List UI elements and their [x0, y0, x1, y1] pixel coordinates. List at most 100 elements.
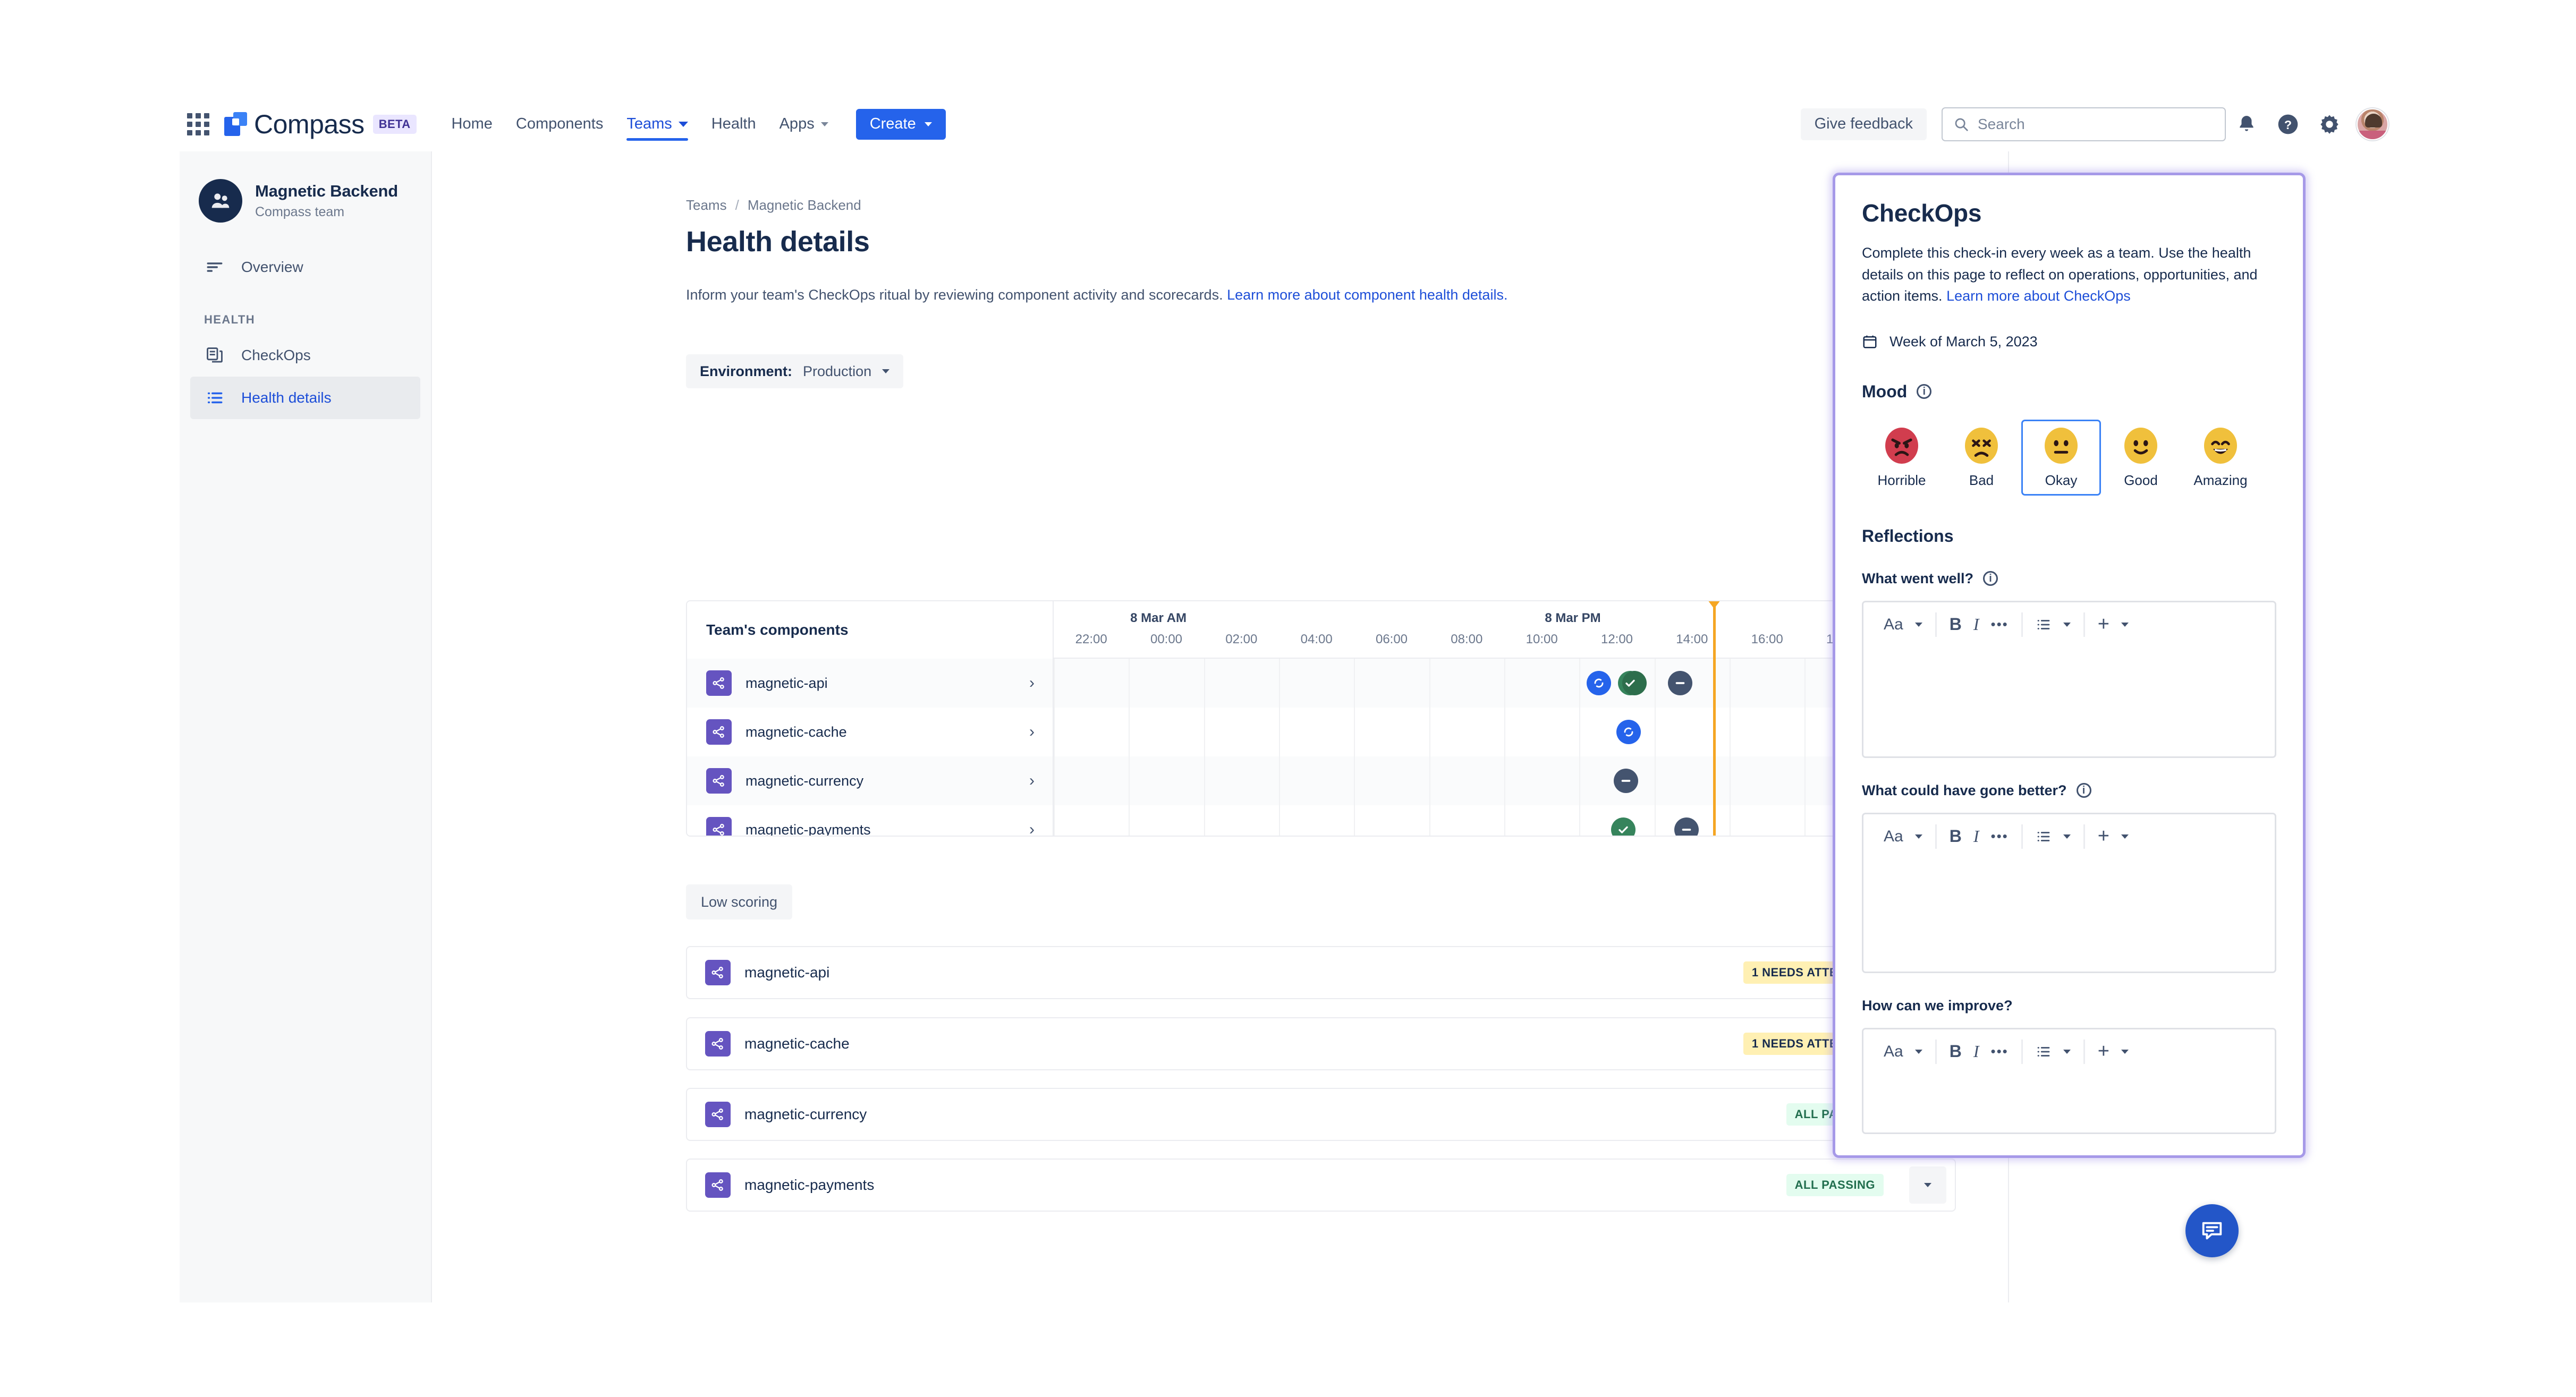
reflection-editor-2[interactable]: Aa B I ••• [1862, 813, 2276, 973]
settings-gear-icon[interactable] [2309, 104, 2350, 145]
mood-label: Bad [1969, 472, 1994, 489]
list-item[interactable]: magnetic-payments ALL PASSING [686, 1159, 1956, 1212]
insert-button[interactable]: + [2085, 613, 2141, 636]
chevron-down-icon [1915, 1050, 1922, 1054]
avatar[interactable] [2357, 108, 2388, 140]
table-row[interactable]: magnetic-currency › [687, 756, 1053, 805]
info-icon[interactable]: i [2077, 783, 2091, 798]
timeline-gridline [1129, 659, 1130, 837]
text-style-button[interactable]: Aa [1871, 616, 1935, 634]
text-style-button[interactable]: Aa [1871, 828, 1935, 846]
timeline-marker-passed[interactable] [1618, 671, 1642, 695]
people-glyph [208, 189, 233, 213]
chevron-right-icon[interactable]: › [1029, 674, 1035, 692]
table-row[interactable]: magnetic-api › [687, 659, 1053, 708]
info-icon[interactable]: i [1917, 384, 1931, 399]
chevron-down-icon [925, 122, 932, 126]
sidebar-item-checkops[interactable]: CheckOps [190, 334, 420, 377]
table-row[interactable]: magnetic-payments › [687, 805, 1053, 837]
insert-button[interactable]: + [2085, 825, 2141, 848]
reflection-editor-1[interactable]: Aa B I ••• [1862, 601, 2276, 758]
sidebar-item-overview[interactable]: Overview [190, 246, 420, 288]
bold-button[interactable]: B [1950, 615, 1962, 634]
more-formatting-button[interactable]: ••• [1990, 828, 2008, 845]
share-nodes-glyph [711, 773, 726, 788]
list-button[interactable] [2023, 617, 2083, 633]
nav-label: Components [516, 115, 603, 133]
panel-title: CheckOps [1862, 199, 2276, 227]
nav-item-components[interactable]: Components [504, 97, 615, 151]
chevron-right-icon[interactable]: › [1029, 821, 1035, 837]
notifications-bell-icon[interactable] [2226, 104, 2267, 145]
timeline-marker-deploy[interactable] [1616, 720, 1641, 744]
week-selector[interactable]: Week of March 5, 2023 [1862, 334, 2276, 350]
timeline-marker-deploy[interactable] [1587, 671, 1611, 695]
reflection-editor-3[interactable]: Aa B I ••• [1862, 1028, 2276, 1134]
editor-toolbar: Aa B I ••• [1863, 602, 2275, 647]
top-navigation: Compass BETA Home Components Teams Healt… [180, 97, 2398, 151]
timeline-grid[interactable]: 8 Mar AM 8 Mar PM 22:0000:0002:0004:0006… [1054, 601, 1955, 836]
checkops-panel: CheckOps Complete this check-in every we… [1833, 173, 2306, 1158]
more-formatting-button[interactable]: ••• [1990, 616, 2008, 633]
help-glyph: ? [2277, 114, 2299, 135]
italic-button[interactable]: I [1973, 615, 1979, 634]
grinning-face-icon [2204, 428, 2237, 464]
timeline-marker-no-data[interactable] [1614, 769, 1638, 793]
intro-learn-more-link[interactable]: Learn more about component health detail… [1227, 287, 1507, 303]
timeline-tick: 10:00 [1526, 632, 1558, 647]
list-item[interactable]: magnetic-cache 1 NEEDS ATTENTION [686, 1017, 1956, 1070]
week-label: Week of March 5, 2023 [1889, 334, 2038, 350]
table-row[interactable]: magnetic-cache › [687, 708, 1053, 756]
info-icon[interactable]: i [1983, 571, 1998, 586]
grid-apps-icon[interactable] [187, 113, 209, 135]
bold-button[interactable]: B [1950, 827, 1962, 846]
list-button[interactable] [2023, 1044, 2083, 1060]
bold-button[interactable]: B [1950, 1042, 1962, 1061]
timeline-gridline [1804, 659, 1806, 837]
insert-button[interactable]: + [2085, 1040, 2141, 1063]
reflection-textarea-1[interactable] [1863, 647, 2275, 756]
text-style-button[interactable]: Aa [1871, 1043, 1935, 1061]
italic-button[interactable]: I [1973, 827, 1979, 846]
nav-item-home[interactable]: Home [440, 97, 504, 151]
chevron-down-icon [2063, 834, 2071, 839]
mood-option-okay[interactable]: Okay [2021, 420, 2101, 496]
create-button[interactable]: Create [856, 109, 946, 140]
mood-option-horrible[interactable]: Horrible [1862, 420, 1942, 496]
checkops-learn-more-link[interactable]: Learn more about CheckOps [1946, 288, 2131, 304]
mood-option-amazing[interactable]: Amazing [2181, 420, 2260, 496]
breadcrumb-root[interactable]: Teams [686, 197, 727, 214]
list-item[interactable]: magnetic-api 1 NEEDS ATTENTION [686, 946, 1956, 999]
low-scoring-toolbar: Low scoring Expand all [686, 884, 1956, 919]
chevron-right-icon[interactable]: › [1029, 723, 1035, 741]
give-feedback-button[interactable]: Give feedback [1801, 108, 1927, 140]
environment-filter[interactable]: Environment: Production [686, 354, 903, 388]
nav-item-teams[interactable]: Teams [615, 97, 699, 151]
list-item[interactable]: magnetic-currency ALL PASSING [686, 1088, 1956, 1141]
timeline-gridline [1429, 659, 1430, 837]
feedback-fab-button[interactable] [2185, 1204, 2239, 1257]
reflection-textarea-3[interactable] [1863, 1074, 2275, 1132]
reflection-textarea-2[interactable] [1863, 859, 2275, 972]
list-button[interactable] [2023, 829, 2083, 845]
low-scoring-filter-chip[interactable]: Low scoring [686, 884, 792, 919]
breadcrumb-current[interactable]: Magnetic Backend [748, 197, 861, 214]
more-formatting-button[interactable]: ••• [1990, 1043, 2008, 1060]
nav-item-health[interactable]: Health [700, 97, 768, 151]
team-header[interactable]: Magnetic Backend Compass team [180, 151, 431, 223]
sidebar-item-health-details[interactable]: Health details [190, 377, 420, 419]
share-nodes-glyph [711, 676, 726, 691]
nav-item-apps[interactable]: Apps [768, 97, 840, 151]
compass-logo[interactable]: Compass BETA [224, 109, 417, 140]
chevron-right-icon[interactable]: › [1029, 772, 1035, 790]
timeline-gridline [1655, 659, 1656, 837]
mood-option-good[interactable]: Good [2101, 420, 2181, 496]
mood-option-bad[interactable]: Bad [1942, 420, 2021, 496]
left-sidebar: Magnetic Backend Compass team Overview H… [180, 151, 432, 1302]
search-input[interactable]: Search [1942, 107, 2226, 141]
help-icon[interactable]: ? [2267, 104, 2309, 145]
list-bullets-icon [2036, 1044, 2052, 1060]
timeline-marker-no-data[interactable] [1668, 671, 1692, 695]
expand-row-button[interactable] [1909, 1166, 1946, 1204]
italic-button[interactable]: I [1973, 1042, 1979, 1061]
